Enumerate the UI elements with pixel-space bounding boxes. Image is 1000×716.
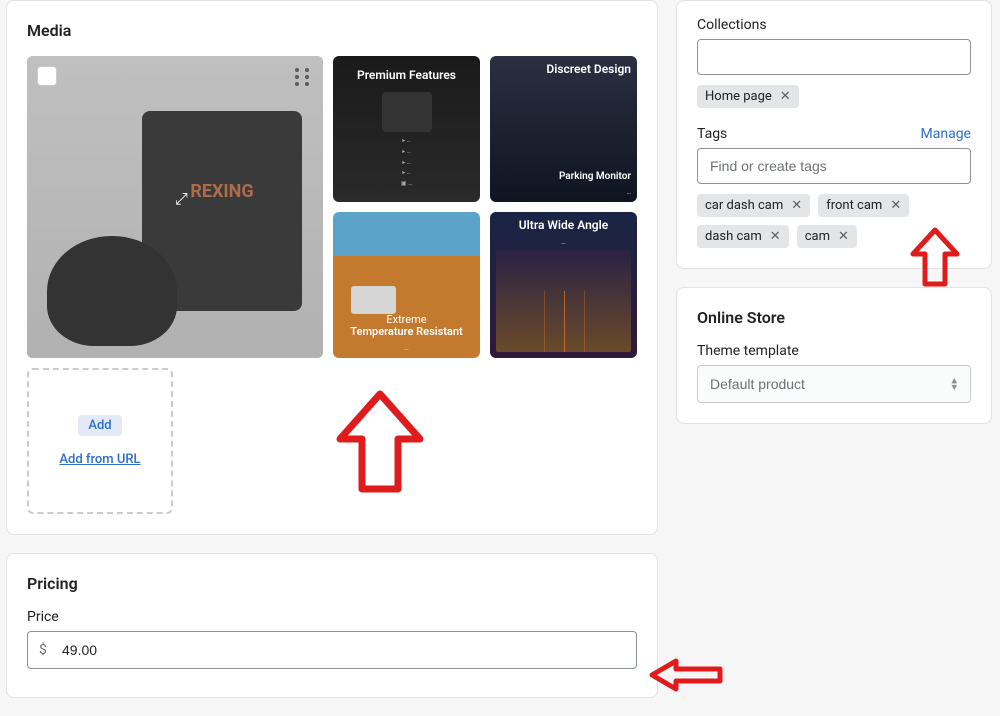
currency-prefix: $ [39, 642, 47, 658]
online-store-card: Online Store Theme template Default prod… [676, 287, 992, 424]
media-card: Media REXING ⤢ Premium Features [6, 0, 658, 535]
remove-chip-icon[interactable]: ✕ [890, 199, 901, 212]
tags-input[interactable] [697, 148, 971, 184]
theme-template-select[interactable]: Default product [697, 365, 971, 403]
collection-chip-home-page[interactable]: Home page ✕ [697, 85, 799, 108]
tag-chip[interactable]: car dash cam ✕ [697, 194, 810, 217]
tags-label: Tags [697, 126, 727, 142]
media-upload-dropzone[interactable]: Add Add from URL [27, 368, 173, 514]
tag-chip[interactable]: dash cam ✕ [697, 225, 789, 248]
add-media-button[interactable]: Add [78, 415, 121, 436]
media-select-checkbox[interactable] [37, 66, 57, 86]
price-label: Price [27, 609, 637, 625]
thumb-title: Discreet Design [546, 62, 631, 76]
manage-tags-link[interactable]: Manage [921, 126, 971, 142]
organization-card: Collections Home page ✕ Tags Manage car … [676, 0, 992, 269]
media-thumb-4[interactable]: Ultra Wide Angle … [490, 212, 637, 358]
theme-template-label: Theme template [697, 343, 971, 359]
chip-label: dash cam [705, 229, 762, 244]
chip-label: Home page [705, 89, 772, 104]
collections-input[interactable] [697, 39, 971, 75]
remove-chip-icon[interactable]: ✕ [791, 199, 802, 212]
media-thumb-1[interactable]: Premium Features ▸ … ▸ …▸ …▸ …▣ … [333, 56, 480, 202]
add-from-url-link[interactable]: Add from URL [59, 452, 140, 467]
price-input[interactable] [27, 631, 637, 669]
chip-label: car dash cam [705, 198, 783, 213]
thumb-subtitle: Parking Monitor [559, 171, 631, 182]
media-grid: REXING ⤢ Premium Features ▸ … ▸ …▸ …▸ …▣… [27, 56, 637, 358]
thumb-title: Ultra Wide Angle [519, 218, 608, 232]
remove-chip-icon[interactable]: ✕ [770, 230, 781, 243]
remove-chip-icon[interactable]: ✕ [838, 230, 849, 243]
remove-chip-icon[interactable]: ✕ [780, 90, 791, 103]
thumb-title: Premium Features [357, 68, 456, 82]
chip-label: front cam [826, 198, 882, 213]
select-caret-icon: ▴▾ [951, 377, 957, 390]
media-main-image[interactable]: REXING ⤢ [27, 56, 323, 358]
drag-handle-icon[interactable] [293, 66, 313, 86]
tag-chip[interactable]: front cam ✕ [818, 194, 909, 217]
annotation-arrow-left-price [646, 655, 726, 695]
pricing-card: Pricing Price $ [6, 553, 658, 698]
media-title: Media [27, 21, 637, 40]
media-thumb-2[interactable]: Discreet Design Parking Monitor … [490, 56, 637, 202]
expand-icon: ⤢ [175, 189, 188, 209]
chip-label: cam [805, 229, 830, 244]
thumb-title: ExtremeTemperature Resistant [350, 314, 462, 338]
collections-label: Collections [697, 17, 971, 33]
tag-chip[interactable]: cam ✕ [797, 225, 857, 248]
media-thumb-3[interactable]: ExtremeTemperature Resistant /* keeping … [333, 212, 480, 358]
online-store-title: Online Store [697, 308, 971, 327]
pricing-title: Pricing [27, 574, 637, 593]
